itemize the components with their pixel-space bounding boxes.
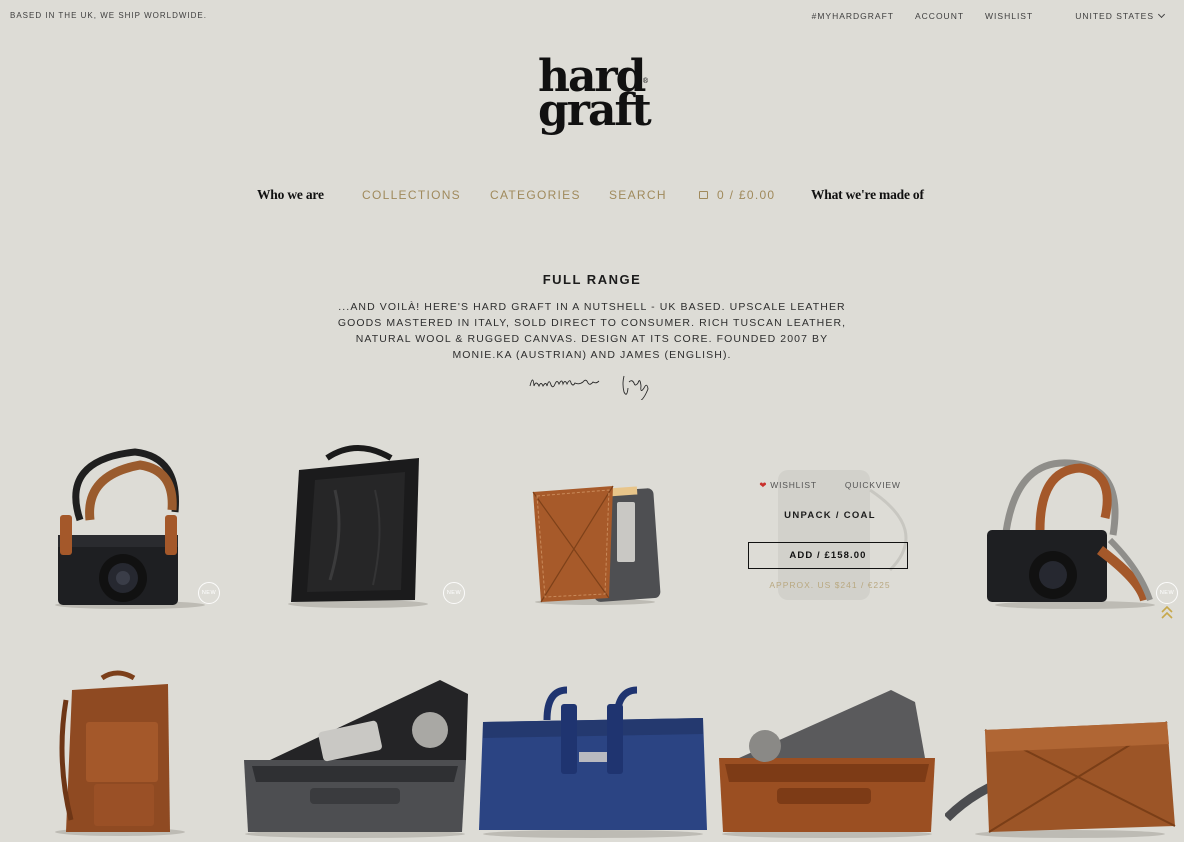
shipping-tagline: BASED IN THE UK, WE SHIP WORLDWIDE. <box>10 11 207 20</box>
navy-duffel-bag-image <box>479 686 707 838</box>
product-hover-overlay: ❤ WISHLIST QUICKVIEW UNPACK / COAL ADD / … <box>718 470 942 600</box>
tan-packing-case-image <box>719 690 935 838</box>
chevron-down-icon <box>1157 10 1166 19</box>
nav-categories[interactable]: CATEGORIES <box>490 188 581 202</box>
logo-line-2: graft <box>538 85 652 136</box>
account-link[interactable]: ACCOUNT <box>915 11 964 21</box>
wishlist-link[interactable]: WISHLIST <box>985 11 1033 21</box>
top-links: #MYHARDGRAFT ACCOUNT WISHLIST UNITED STA… <box>791 10 1166 21</box>
product-tile[interactable] <box>495 430 695 620</box>
nav-search[interactable]: SEARCH <box>609 188 667 202</box>
registered-mark: ® <box>642 77 649 85</box>
product-tile[interactable]: NEW <box>965 430 1184 620</box>
overlay-actions: ❤ WISHLIST QUICKVIEW <box>718 480 942 491</box>
heart-icon: ❤ <box>759 480 768 490</box>
tan-messenger-bag-image <box>943 721 1176 838</box>
tan-leather-backpack-image <box>55 670 185 836</box>
nav-what-were-made-of[interactable]: What we're made of <box>811 187 924 203</box>
product-tile[interactable] <box>943 660 1184 842</box>
overlay-wishlist-label: WISHLIST <box>770 480 817 490</box>
myhardgraft-link[interactable]: #MYHARDGRAFT <box>812 11 894 21</box>
new-badge: NEW <box>1156 582 1178 604</box>
country-selector[interactable]: UNITED STATES <box>1054 10 1166 21</box>
cart-total: 0 / £0.00 <box>717 188 776 202</box>
shopping-bag-icon <box>699 191 708 199</box>
nav-cart[interactable]: 0 / £0.00 <box>699 188 775 202</box>
product-tile[interactable] <box>475 660 710 842</box>
black-leather-backpack-image <box>288 445 428 608</box>
product-name: UNPACK / COAL <box>784 510 876 521</box>
product-tile[interactable] <box>240 660 470 842</box>
product-tile[interactable] <box>20 660 230 842</box>
intro-paragraph: ...AND VOILÀ! HERE'S HARD GRAFT IN A NUT… <box>337 301 847 361</box>
product-tile[interactable]: NEW <box>255 430 470 620</box>
camera-strap-tan-image <box>987 459 1155 609</box>
main-nav: Who we are COLLECTIONS CATEGORIES SEARCH… <box>0 187 1184 206</box>
country-label: UNITED STATES <box>1075 11 1154 21</box>
new-badge: NEW <box>198 582 220 604</box>
nav-collections[interactable]: COLLECTIONS <box>362 188 461 202</box>
overlay-wishlist[interactable]: ❤ WISHLIST <box>759 480 816 491</box>
overlay-quickview[interactable]: QUICKVIEW <box>845 480 901 491</box>
new-badge: NEW <box>443 582 465 604</box>
add-to-bag-button[interactable]: ADD / £158.00 <box>748 542 908 569</box>
scroll-to-top-icon[interactable] <box>1160 604 1174 622</box>
script-stroke <box>529 375 649 400</box>
hard-graft-logo[interactable]: hard graft ® <box>538 55 656 136</box>
approx-price: APPROX. US $241 / €225 <box>769 580 891 590</box>
leather-wallet-image <box>532 485 661 605</box>
product-tile[interactable]: NEW <box>20 430 230 620</box>
handmade-in-italy-script <box>529 375 649 400</box>
nav-who-we-are[interactable]: Who we are <box>257 187 324 203</box>
grey-packing-case-image <box>244 680 468 838</box>
page-title: FULL RANGE <box>542 272 642 287</box>
product-tile[interactable] <box>715 660 940 842</box>
top-bar: BASED IN THE UK, WE SHIP WORLDWIDE. #MYH… <box>0 0 1184 32</box>
